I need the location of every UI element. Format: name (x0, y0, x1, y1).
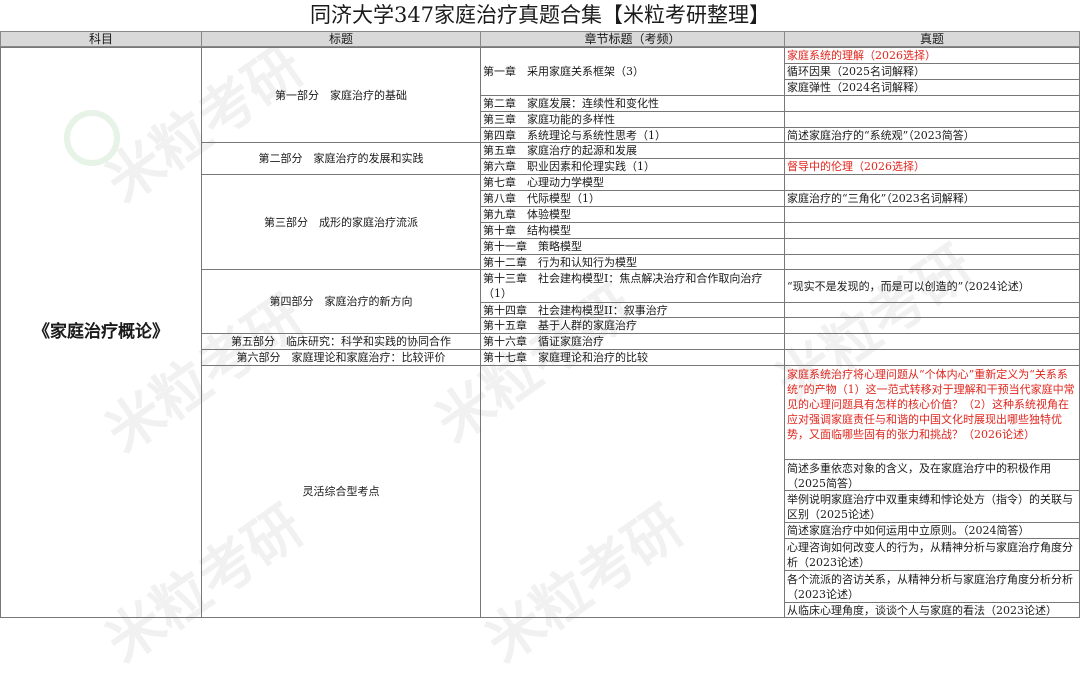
question-cell: 督导中的伦理（2026选择） (784, 158, 1080, 175)
chapter-cell: 第十二章 行为和认知行为模型 (480, 254, 785, 270)
question-cell-empty (784, 206, 1080, 223)
chapter-cell: 第十五章 基于人群的家庭治疗 (480, 317, 785, 334)
part-cell: 第五部分 临床研究：科学和实践的协同合作 (201, 333, 481, 350)
chapter-cell: 第十四章 社会建构模型II：叙事治疗 (480, 302, 785, 318)
question-cell: 循环因果（2025名词解释） (784, 63, 1080, 80)
page-title: 同济大学347家庭治疗真题合集【米粒考研整理】 (309, 3, 771, 27)
part-cell: 第三部分 成形的家庭治疗流派 (201, 174, 481, 270)
header-chapter: 章节标题（考频） (480, 31, 785, 47)
question-cell: 家庭治疗的“三角化”（2023名词解释） (784, 190, 1080, 207)
chapter-cell: 第十三章 社会建构模型I：焦点解决治疗和合作取向治疗（1） (480, 269, 785, 303)
question-cell-empty (784, 95, 1080, 112)
chapter-cell: 第二章 家庭发展：连续性和变化性 (480, 95, 785, 112)
chapter-cell: 第七章 心理动力学模型 (480, 174, 785, 191)
question-cell-empty (784, 302, 1080, 318)
chapter-cell: 第十六章 循证家庭治疗 (480, 333, 785, 350)
part-cell: 灵活综合型考点 (201, 365, 481, 618)
part-cell: 第六部分 家庭理论和家庭治疗：比较评价 (201, 349, 481, 366)
header-part: 标题 (201, 31, 481, 47)
chapter-cell: 第十七章 家庭理论和治疗的比较 (480, 349, 785, 366)
question-cell-empty (784, 174, 1080, 191)
question-cell: 各个流派的咨访关系，从精神分析与家庭治疗角度分析分析（2023论述） (784, 570, 1080, 603)
question-cell-empty (784, 111, 1080, 128)
question-cell-empty (784, 349, 1080, 366)
question-cell: 简述家庭治疗中如何运用中立原则。（2024简答） (784, 522, 1080, 539)
question-cell: 从临床心理角度，谈谈个人与家庭的看法（2023论述） (784, 602, 1080, 618)
question-cell: 家庭弹性（2024名词解释） (784, 79, 1080, 96)
chapter-cell: 第五章 家庭治疗的起源和发展 (480, 142, 785, 159)
question-cell: 家庭系统的理解（2026选择） (784, 47, 1080, 64)
question-cell: 家庭系统治疗将心理问题从“个体内心”重新定义为“关系系统”的产物（1）这一范式转… (784, 365, 1080, 460)
question-cell: 心理咨询如何改变人的行为，从精神分析与家庭治疗角度分析（2023论述） (784, 538, 1080, 571)
chapter-cell: 第十章 结构模型 (480, 222, 785, 239)
chapter-cell: 第八章 代际模型（1） (480, 190, 785, 207)
part-cell: 第二部分 家庭治疗的发展和实践 (201, 142, 481, 175)
question-cell-empty (784, 333, 1080, 350)
chapter-cell-empty (480, 365, 785, 618)
header-subject: 科目 (0, 31, 202, 47)
chapter-cell: 第六章 职业因素和伦理实践（1） (480, 158, 785, 175)
chapter-cell: 第一章 采用家庭关系框架（3） (480, 47, 785, 96)
header-questions: 真题 (784, 31, 1080, 47)
part-cell: 第四部分 家庭治疗的新方向 (201, 269, 481, 334)
question-cell-empty (784, 142, 1080, 159)
question-cell: 举例说明家庭治疗中双重束缚和悖论处方（指令）的关联与区别（2025论述） (784, 490, 1080, 523)
part-cell: 第一部分 家庭治疗的基础 (201, 47, 481, 143)
chapter-cell: 第十一章 策略模型 (480, 238, 785, 255)
subject-cell: 《家庭治疗概论》 (0, 47, 202, 618)
question-cell: 简述多重依恋对象的含义，及在家庭治疗中的积极作用（2025简答） (784, 459, 1080, 491)
chapter-cell: 第九章 体验模型 (480, 206, 785, 223)
question-cell: 简述家庭治疗的“系统观”（2023简答） (784, 127, 1080, 143)
question-cell: “现实不是发现的，而是可以创造的”（2024论述） (784, 269, 1080, 303)
question-cell-empty (784, 317, 1080, 334)
chapter-cell: 第四章 系统理论与系统性思考（1） (480, 127, 785, 143)
question-cell-empty (784, 222, 1080, 239)
question-cell-empty (784, 238, 1080, 255)
question-cell-empty (784, 254, 1080, 270)
chapter-cell: 第三章 家庭功能的多样性 (480, 111, 785, 128)
